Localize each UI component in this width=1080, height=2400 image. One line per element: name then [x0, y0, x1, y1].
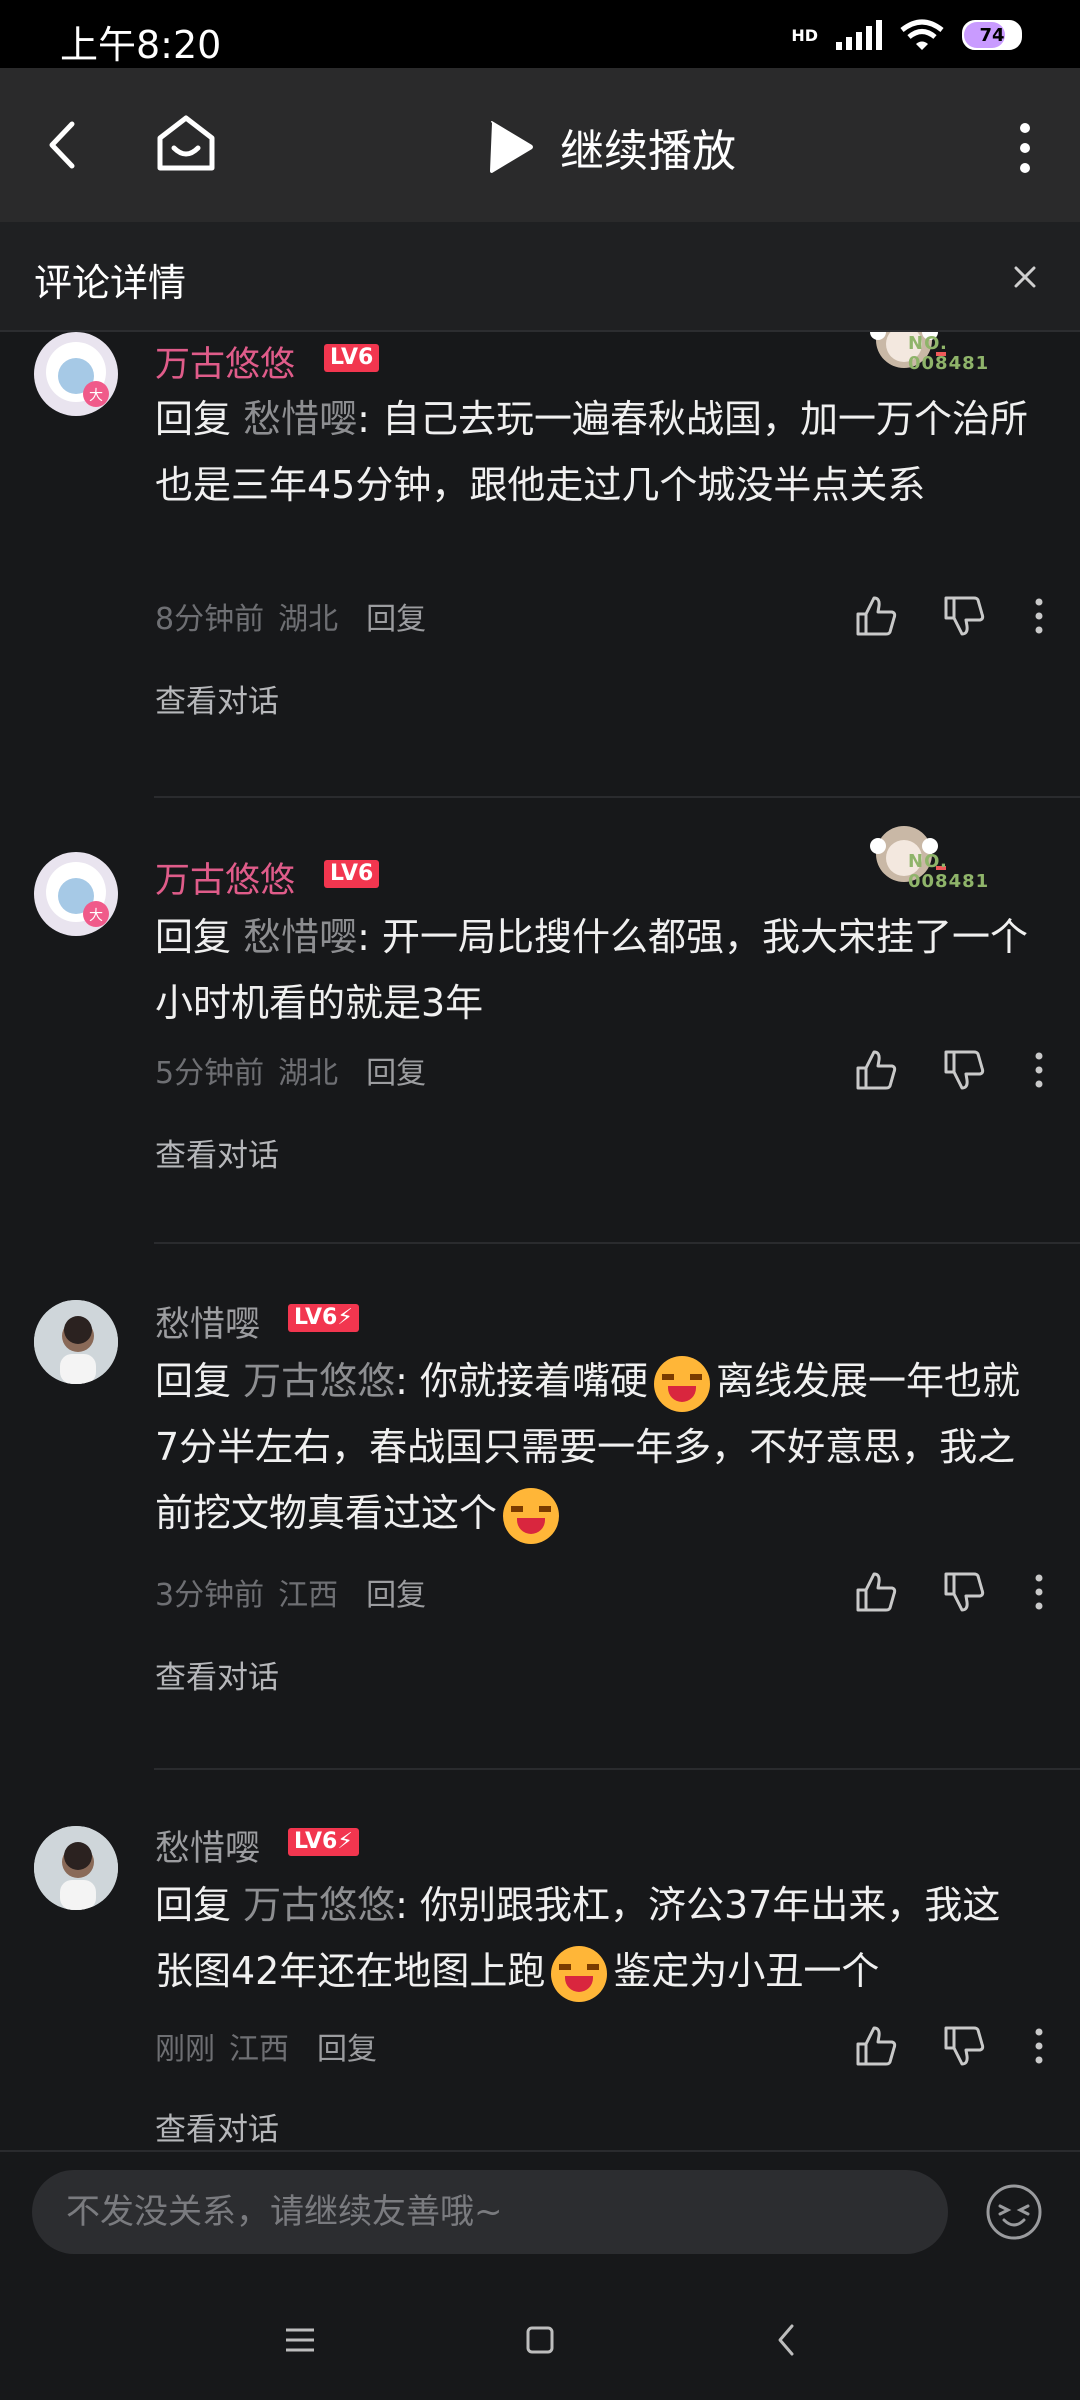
username[interactable]: 愁惜嘤	[155, 1820, 260, 1871]
thumbs-up-icon[interactable]	[854, 594, 898, 638]
comment-location: 江西	[278, 1578, 339, 1613]
comment-location: 湖北	[278, 1056, 339, 1091]
comment-meta: 5分钟前 湖北 回复	[155, 1048, 426, 1092]
comment-text: 回复 万古悠悠: 你就接着嘴硬 离线发展一年也就7分半左右，春战国只需要一年多，不…	[155, 1348, 1035, 1546]
status-time: 上午8:20	[60, 23, 222, 67]
thumbs-up-icon[interactable]	[854, 1048, 898, 1092]
comment-detail-header: 评论详情	[0, 222, 1080, 332]
more-options-icon[interactable]	[1022, 2024, 1056, 2068]
comment-text: 回复 愁惜嘤: 自己去玩一遍春秋战国，加一万个治所也是三年45分钟，跟他走过几个…	[155, 397, 1029, 507]
reply-target[interactable]: 愁惜嘤	[243, 915, 357, 959]
status-icons: HD 74	[791, 18, 1022, 52]
signal-icon	[836, 20, 882, 50]
comment-text: 回复 万古悠悠: 你别跟我杠，济公37年出来，我这张图42年还在地图上跑 鉴定为小…	[155, 1872, 1035, 2004]
continue-play-label: 继续播放	[560, 126, 736, 177]
more-vertical-icon[interactable]	[1000, 118, 1050, 178]
comment-meta: 3分钟前 江西 回复	[155, 1570, 426, 1614]
more-options-icon[interactable]	[1022, 1570, 1056, 1614]
tongue-emoji-icon	[551, 1945, 608, 2002]
view-conversation-link[interactable]: 查看对话	[155, 1130, 279, 1175]
view-conversation-link[interactable]: 查看对话	[155, 676, 279, 721]
comment-item: 愁惜嘤 LV6⚡ 回复 万古悠悠: 你别跟我杠，济公37年出来，我这张图42年还…	[0, 1770, 1080, 2150]
close-icon[interactable]	[1004, 256, 1046, 298]
reply-button[interactable]: 回复	[366, 594, 426, 638]
thumbs-down-icon[interactable]	[942, 594, 986, 638]
svg-text:大: 大	[89, 908, 103, 924]
square-home-icon[interactable]	[516, 2316, 564, 2364]
comment-list[interactable]: 大 万古悠悠 LV6 NO. 008481 回复 愁惜嘤: 自己去玩一遍春秋战国，…	[0, 332, 1080, 2150]
emoji-face-icon[interactable]	[984, 2182, 1044, 2242]
top-bar: 继续播放	[0, 68, 1080, 222]
reply-target[interactable]: 万古悠悠	[243, 1359, 395, 1403]
continue-play-button[interactable]: 继续播放	[486, 112, 736, 182]
username[interactable]: 愁惜嘤	[155, 1296, 260, 1347]
username[interactable]: 万古悠悠	[155, 336, 295, 387]
tongue-emoji-icon	[654, 1355, 711, 1412]
system-nav-bar	[0, 2282, 1080, 2400]
username[interactable]: 万古悠悠	[155, 852, 295, 903]
avatar[interactable]: 大	[34, 852, 118, 936]
comment-time: 5分钟前	[155, 1056, 265, 1091]
avatar[interactable]: 大	[34, 332, 118, 416]
play-icon	[490, 121, 533, 173]
comment-time: 8分钟前	[155, 602, 265, 637]
comment-item: 大 万古悠悠 LV6 NO. 008481 回复 愁惜嘤: 开一局比搜什么都强，我…	[0, 798, 1080, 1242]
thumbs-up-icon[interactable]	[854, 1570, 898, 1614]
level-badge: LV6⚡	[288, 1304, 359, 1332]
svg-text:大: 大	[89, 388, 103, 404]
panel-title: 评论详情	[34, 261, 187, 305]
wifi-icon	[900, 19, 944, 50]
thumbs-down-icon[interactable]	[942, 1048, 986, 1092]
comment-time: 3分钟前	[155, 1578, 265, 1613]
comment-input-bar	[0, 2150, 1080, 2284]
reply-button[interactable]: 回复	[366, 1048, 426, 1092]
reply-target[interactable]: 愁惜嘤	[243, 397, 357, 441]
tv-home-icon[interactable]	[150, 108, 222, 180]
level-badge: LV6	[324, 860, 380, 888]
comment-meta: 8分钟前 湖北 回复	[155, 594, 426, 638]
network-badge: HD	[791, 25, 818, 45]
view-conversation-link[interactable]: 查看对话	[155, 1652, 279, 1697]
comment-item: 愁惜嘤 LV6⚡ 回复 万古悠悠: 你就接着嘴硬 离线发展一年也就7分半左右，春战…	[0, 1244, 1080, 1768]
reply-button[interactable]: 回复	[317, 2024, 377, 2068]
more-options-icon[interactable]	[1022, 594, 1056, 638]
reply-button[interactable]: 回复	[366, 1570, 426, 1614]
avatar[interactable]	[34, 1826, 118, 1910]
comment-input[interactable]	[32, 2170, 948, 2254]
level-badge: LV6⚡	[288, 1828, 359, 1856]
fan-number: NO. 008481	[908, 851, 990, 892]
thumbs-down-icon[interactable]	[942, 1570, 986, 1614]
status-bar: 上午8:20 HD 74	[0, 0, 1080, 68]
thumbs-up-icon[interactable]	[854, 2024, 898, 2068]
tongue-emoji-icon	[503, 1487, 560, 1544]
comment-time: 刚刚	[155, 2032, 215, 2067]
battery-icon: 74	[962, 20, 1022, 50]
avatar[interactable]	[34, 1300, 118, 1384]
comment-location: 湖北	[278, 602, 339, 637]
comment-item: 大 万古悠悠 LV6 NO. 008481 回复 愁惜嘤: 自己去玩一遍春秋战国，…	[0, 332, 1080, 792]
fan-number: NO. 008481	[908, 333, 990, 374]
comment-text: 回复 愁惜嘤: 开一局比搜什么都强，我大宋挂了一个小时机看的就是3年	[155, 915, 1029, 1025]
comment-location: 江西	[229, 2032, 289, 2067]
chevron-left-icon[interactable]	[30, 110, 100, 180]
view-conversation-link[interactable]: 查看对话	[155, 2104, 279, 2149]
back-triangle-icon[interactable]	[762, 2316, 810, 2364]
level-badge: LV6	[324, 344, 380, 372]
more-options-icon[interactable]	[1022, 1048, 1056, 1092]
reply-target[interactable]: 万古悠悠	[243, 1883, 395, 1927]
battery-level: 74	[979, 24, 1005, 46]
thumbs-down-icon[interactable]	[942, 2024, 986, 2068]
comment-meta: 刚刚 江西 回复	[155, 2024, 377, 2068]
menu-icon[interactable]	[276, 2316, 324, 2364]
